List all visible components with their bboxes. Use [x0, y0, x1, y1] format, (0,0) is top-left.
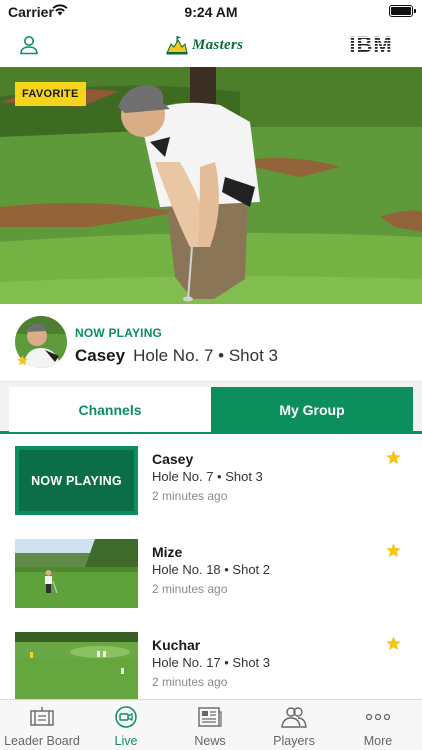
list-item-time: 2 minutes ago [152, 675, 228, 689]
tab-live[interactable]: Live [84, 700, 168, 750]
favorite-star-icon [16, 354, 29, 366]
favorite-star-icon[interactable] [385, 449, 402, 466]
masters-logo [166, 36, 188, 55]
list-item[interactable]: Kuchar Hole No. 17 • Shot 3 2 minutes ag… [0, 620, 422, 699]
now-playing-banner[interactable]: NOW PLAYING Casey Hole No. 7 • Shot 3 [0, 304, 422, 382]
profile-icon[interactable] [18, 34, 40, 56]
tab-label: More [363, 734, 393, 748]
leaderboard-icon [30, 707, 54, 726]
now-playing-label: NOW PLAYING [75, 326, 163, 340]
masters-brand[interactable]: Masters [166, 33, 243, 57]
tab-label: Live [114, 734, 138, 748]
tab-more[interactable]: More [336, 700, 420, 750]
list-item-time: 2 minutes ago [152, 582, 228, 596]
favorite-star-icon[interactable] [385, 635, 402, 652]
brand-name: Masters [192, 36, 244, 53]
news-icon [198, 707, 222, 727]
svg-text:IBM: IBM [349, 32, 392, 56]
tab-players[interactable]: Players [252, 700, 336, 750]
channel-tabs: Channels My Group [0, 382, 422, 434]
list-item[interactable]: Mize Hole No. 18 • Shot 2 2 minutes ago [0, 527, 422, 620]
list-item-player: Mize [152, 544, 183, 560]
favorite-badge: FAVORITE [15, 82, 86, 106]
list-item-hole: Hole No. 18 • Shot 2 [152, 562, 271, 577]
status-time: 9:24 AM [184, 4, 238, 20]
video-thumbnail [15, 539, 138, 608]
players-icon [281, 707, 307, 728]
now-playing-details: Casey Hole No. 7 • Shot 3 [75, 346, 278, 366]
video-player[interactable]: FAVORITE [0, 67, 422, 304]
tab-label: Players [273, 734, 315, 748]
list-item[interactable]: NOW PLAYING Casey Hole No. 7 • Shot 3 2 … [0, 434, 422, 527]
ibm-logo[interactable]: IBM [341, 32, 401, 56]
tab-my-group[interactable]: My Group [211, 387, 413, 432]
list-item-player: Kuchar [152, 637, 201, 653]
list-item-player: Casey [152, 451, 194, 467]
app-header: Masters IBM [0, 24, 422, 66]
now-playing-hole: Hole No. 7 • Shot 3 [133, 346, 278, 365]
live-video-icon [115, 706, 137, 728]
tab-label: News [194, 734, 226, 748]
favorite-star-icon[interactable] [385, 542, 402, 559]
bottom-tab-bar: Leader Board Live News Players More [0, 699, 422, 750]
now-playing-player: Casey [75, 346, 126, 365]
tab-news[interactable]: News [168, 700, 252, 750]
tab-label: Leader Board [4, 734, 80, 748]
list-item-hole: Hole No. 17 • Shot 3 [152, 655, 271, 670]
tab-leader-board[interactable]: Leader Board [0, 700, 84, 750]
status-bar: Carrier 9:24 AM [0, 0, 422, 24]
list-item-time: 2 minutes ago [152, 489, 228, 503]
tab-channels[interactable]: Channels [9, 387, 211, 432]
now-playing-thumbnail: NOW PLAYING [15, 446, 138, 515]
list-item-hole: Hole No. 7 • Shot 3 [152, 469, 263, 484]
thumbnail-now-playing-label: NOW PLAYING [31, 473, 122, 488]
group-feed-list: NOW PLAYING Casey Hole No. 7 • Shot 3 2 … [0, 434, 422, 699]
video-thumbnail [15, 632, 138, 699]
battery-icon [389, 5, 416, 17]
more-icon [365, 713, 391, 721]
